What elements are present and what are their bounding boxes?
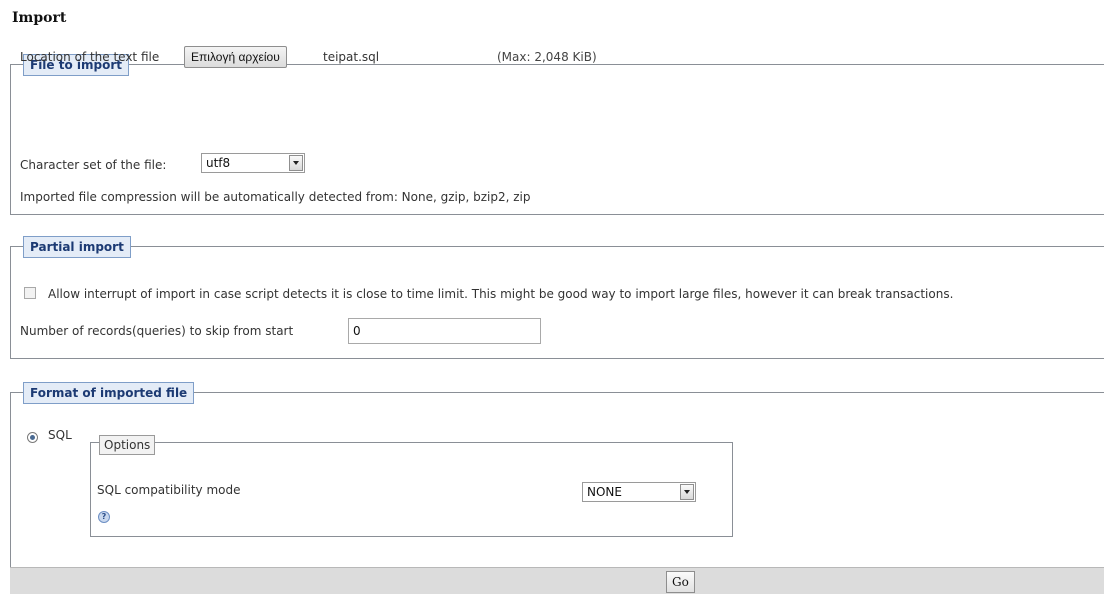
chevron-down-icon — [680, 484, 694, 500]
skip-label: Number of records(queries) to skip from … — [20, 324, 294, 338]
sql-format-label: SQL — [48, 428, 72, 442]
sql-format-radio[interactable] — [27, 432, 38, 443]
charset-label: Character set of the file: — [20, 158, 167, 172]
compression-note: Imported file compression will be automa… — [20, 190, 531, 204]
location-label: Location of the text file — [20, 50, 160, 64]
max-size-note: (Max: 2,048 KiB) — [497, 50, 597, 64]
charset-select-value: utf8 — [206, 156, 231, 170]
selected-file-name: teipat.sql — [323, 50, 380, 64]
compat-mode-select-value: NONE — [587, 485, 622, 499]
charset-select[interactable]: utf8 — [201, 153, 305, 173]
interrupt-checkbox[interactable] — [24, 287, 36, 299]
compat-mode-label: SQL compatibility mode — [97, 483, 241, 497]
options-legend: Options — [99, 435, 156, 455]
partial-import-legend: Partial import — [23, 236, 131, 258]
partial-import-fieldset: Partial import — [10, 236, 1104, 359]
chevron-down-icon — [289, 155, 303, 171]
format-legend: Format of imported file — [23, 382, 195, 404]
go-button[interactable]: Go — [666, 571, 695, 593]
compat-mode-select[interactable]: NONE — [582, 482, 696, 502]
options-fieldset: Options SQL compatibility mode NONE ? — [90, 435, 733, 537]
help-icon[interactable]: ? — [98, 511, 110, 523]
choose-file-button[interactable]: Επιλογή αρχείου — [184, 46, 287, 68]
page-title: Import — [12, 10, 67, 26]
footer-bar: Go — [10, 567, 1104, 594]
skip-records-input[interactable] — [348, 318, 541, 344]
interrupt-label: Allow interrupt of import in case script… — [48, 287, 954, 301]
